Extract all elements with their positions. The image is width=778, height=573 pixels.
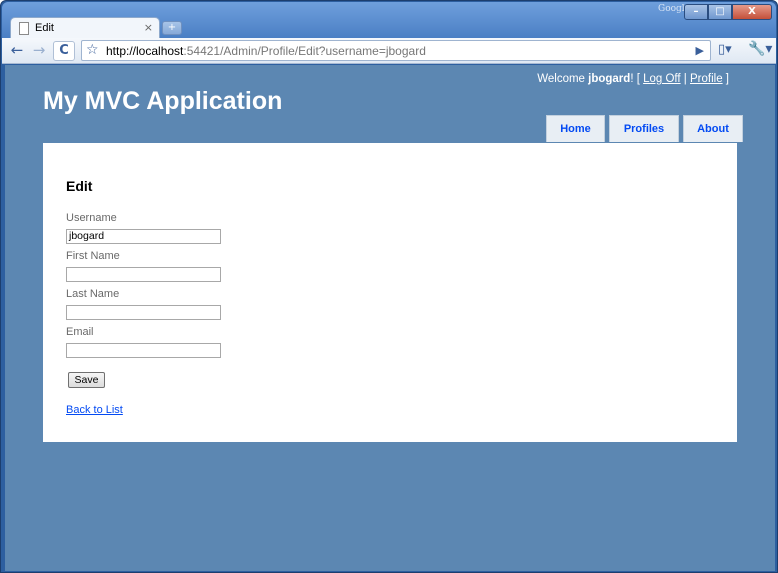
browser-window: Google – □ X Edit × + ← → C ☆ http://loc… [0, 0, 778, 573]
title-bar: Google – □ X Edit × + [2, 2, 776, 39]
tab-close-icon[interactable]: × [144, 21, 153, 34]
profile-link[interactable]: Profile [690, 73, 723, 85]
log-off-link[interactable]: Log Off [643, 73, 681, 85]
reload-icon[interactable]: C [53, 41, 75, 61]
browser-tab[interactable]: Edit × [10, 17, 160, 39]
back-arrow-icon[interactable]: ← [7, 42, 27, 60]
username-label: Username [66, 212, 117, 224]
email-label: Email [66, 326, 94, 338]
new-tab-button[interactable]: + [162, 21, 182, 35]
close-window-button[interactable]: X [732, 4, 772, 20]
tab-title: Edit [35, 22, 54, 34]
first-name-label: First Name [66, 250, 120, 262]
first-name-field[interactable] [66, 267, 221, 282]
url-host: http://localhost [106, 44, 184, 58]
login-display: Welcome jbogard! [ Log Off | Profile ] [537, 73, 729, 85]
email-field[interactable] [66, 343, 221, 358]
window-controls: – □ X [684, 4, 772, 20]
url-text[interactable]: http://localhost:54421/Admin/Profile/Edi… [106, 44, 426, 58]
login-separator: | [680, 73, 690, 85]
last-name-label: Last Name [66, 288, 120, 300]
page-icon [19, 22, 29, 35]
welcome-text: Welcome [537, 73, 589, 85]
maximize-button[interactable]: □ [708, 4, 732, 20]
url-path: :54421/Admin/Profile/Edit?username=jboga… [183, 44, 426, 58]
main-content: Edit Username jbogard First Name Last Na… [43, 143, 737, 442]
username-display: jbogard [588, 73, 631, 85]
menu-profiles[interactable]: Profiles [609, 115, 679, 142]
back-to-list-link[interactable]: Back to List [66, 404, 123, 416]
browser-toolbar: ← → C ☆ http://localhost:54421/Admin/Pro… [2, 38, 776, 64]
main-menu: Home Profiles About [542, 115, 743, 142]
menu-about[interactable]: About [683, 115, 743, 142]
page-title: Edit [66, 178, 93, 194]
page-viewport: Welcome jbogard! [ Log Off | Profile ] M… [5, 65, 775, 571]
go-arrow-icon[interactable]: ▶ [696, 43, 704, 58]
address-bar[interactable]: ☆ http://localhost:54421/Admin/Profile/E… [81, 40, 711, 61]
minimize-button[interactable]: – [684, 4, 708, 20]
bookmark-star-icon[interactable]: ☆ [86, 42, 99, 59]
menu-home[interactable]: Home [546, 115, 605, 142]
login-bracket-close: ] [722, 73, 729, 85]
welcome-suffix: ! [ [630, 73, 644, 85]
save-button[interactable]: Save [68, 372, 105, 388]
page-menu-icon[interactable]: ▯▾ [718, 42, 732, 57]
last-name-field[interactable] [66, 305, 221, 320]
forward-arrow-icon[interactable]: → [29, 42, 49, 60]
username-field[interactable]: jbogard [66, 229, 221, 244]
wrench-menu-icon[interactable]: 🔧▾ [748, 41, 772, 57]
app-title: My MVC Application [43, 87, 283, 115]
